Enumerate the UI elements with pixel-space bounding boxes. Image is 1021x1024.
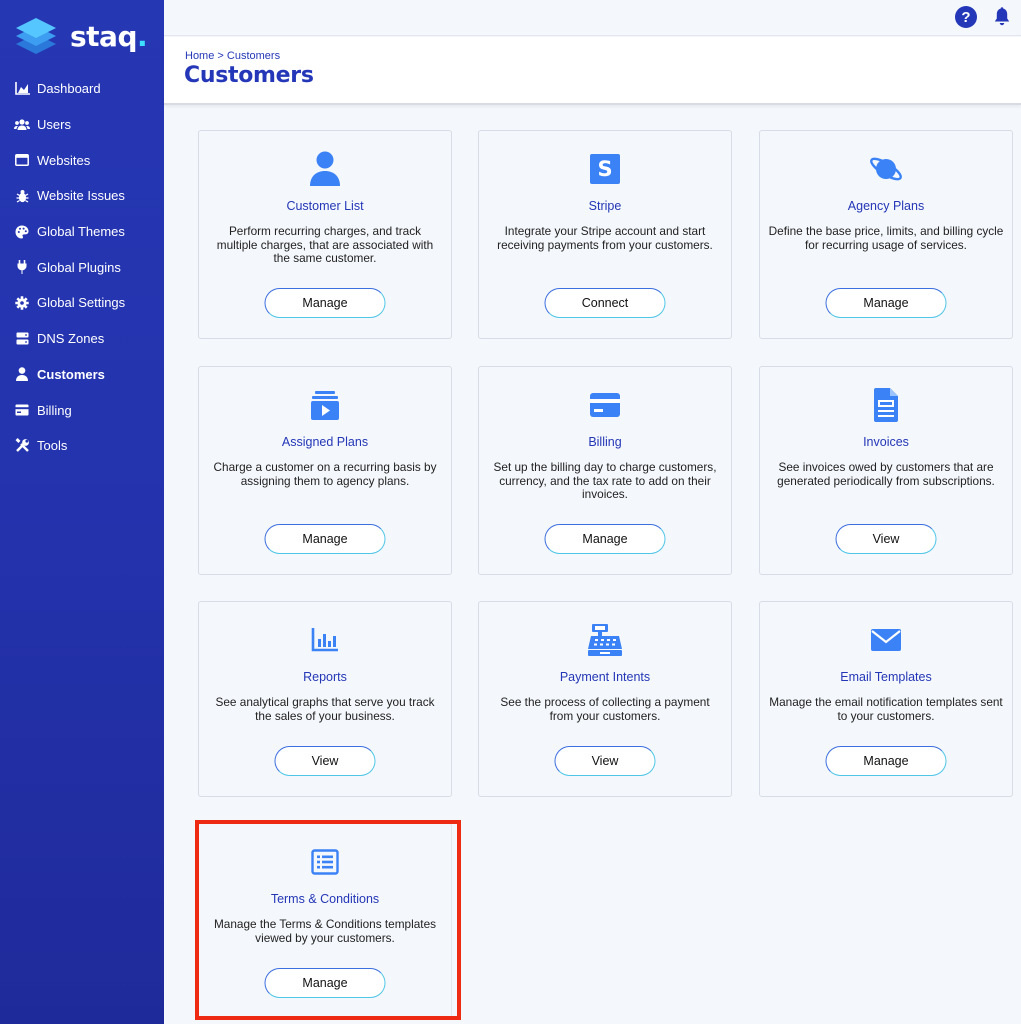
card-description: Charge a customer on a recurring basis b… bbox=[213, 460, 437, 488]
stripe-icon: S bbox=[479, 151, 731, 187]
card-description: Define the base price, limits, and billi… bbox=[768, 224, 1004, 252]
highlight-box bbox=[195, 820, 461, 1020]
card-invoices: Invoices See invoices owed by customers … bbox=[759, 366, 1013, 575]
card-reports: Reports See analytical graphs that serve… bbox=[198, 601, 452, 797]
brand-logo[interactable]: staq. bbox=[14, 16, 148, 56]
page-title: Customers bbox=[184, 63, 314, 88]
card-title[interactable]: Stripe bbox=[479, 199, 731, 213]
brand-name: staq. bbox=[70, 19, 148, 53]
card-description: Perform recurring charges, and track mul… bbox=[216, 224, 434, 266]
sidebar-item-label: Tools bbox=[37, 438, 68, 454]
card-title[interactable]: Email Templates bbox=[760, 670, 1012, 684]
sidebar: staq. Dashboard Users Websites Website I… bbox=[0, 0, 164, 1024]
user-icon bbox=[14, 366, 30, 382]
tools-icon bbox=[14, 438, 30, 454]
media-stack-icon bbox=[199, 387, 451, 423]
card-title[interactable]: Assigned Plans bbox=[199, 435, 451, 449]
sidebar-item-global-plugins[interactable]: Global Plugins bbox=[0, 249, 164, 285]
card-title[interactable]: Invoices bbox=[760, 435, 1012, 449]
card-email-templates: Email Templates Manage the email notific… bbox=[759, 601, 1013, 797]
card-title[interactable]: Customer List bbox=[199, 199, 451, 213]
gear-icon bbox=[14, 295, 30, 311]
card-description: Manage the email notification templates … bbox=[769, 695, 1003, 723]
help-button[interactable]: ? bbox=[955, 6, 977, 28]
envelope-icon bbox=[760, 622, 1012, 658]
sidebar-item-label: Global Themes bbox=[37, 224, 125, 240]
sidebar-item-label: DNS Zones bbox=[37, 331, 105, 347]
sidebar-item-label: Global Plugins bbox=[37, 259, 121, 275]
palette-icon bbox=[14, 224, 30, 240]
card-title[interactable]: Payment Intents bbox=[479, 670, 731, 684]
cash-register-icon bbox=[479, 622, 731, 658]
staq-logo-icon bbox=[14, 16, 58, 56]
invoice-icon bbox=[760, 387, 1012, 423]
manage-button[interactable]: Manage bbox=[825, 288, 947, 318]
breadcrumb-current[interactable]: Customers bbox=[227, 50, 280, 62]
card-agency-plans: Agency Plans Define the base price, limi… bbox=[759, 130, 1013, 339]
manage-button[interactable]: Manage bbox=[544, 524, 666, 554]
card-description: See analytical graphs that serve you tra… bbox=[215, 695, 435, 723]
sidebar-nav: Dashboard Users Websites Website Issues … bbox=[0, 71, 164, 464]
sidebar-item-global-settings[interactable]: Global Settings bbox=[0, 285, 164, 321]
sidebar-item-websites[interactable]: Websites bbox=[0, 142, 164, 178]
brand-dot: . bbox=[137, 19, 148, 53]
breadcrumb-home-link[interactable]: Home bbox=[185, 50, 214, 62]
sidebar-item-label: Customers bbox=[37, 366, 105, 382]
credit-card-icon bbox=[479, 387, 731, 423]
card-description: Integrate your Stripe account and start … bbox=[497, 224, 713, 252]
bar-chart-icon bbox=[199, 622, 451, 658]
card-description: See invoices owed by customers that are … bbox=[777, 460, 995, 488]
page-header: Home > Customers Customers bbox=[164, 37, 1021, 105]
breadcrumb-separator: > bbox=[217, 50, 224, 62]
sidebar-item-label: Websites bbox=[37, 152, 91, 168]
users-icon bbox=[14, 117, 30, 133]
manage-button[interactable]: Manage bbox=[264, 524, 386, 554]
card-title[interactable]: Reports bbox=[199, 670, 451, 684]
top-bar: ? bbox=[164, 0, 1021, 36]
sidebar-item-billing[interactable]: Billing bbox=[0, 392, 164, 428]
sidebar-item-global-themes[interactable]: Global Themes bbox=[0, 214, 164, 250]
brand-name-text: staq bbox=[70, 19, 138, 53]
sidebar-item-label: Billing bbox=[37, 402, 72, 418]
chart-area-icon bbox=[14, 81, 30, 97]
sidebar-item-label: Global Settings bbox=[37, 295, 126, 311]
server-icon bbox=[14, 331, 30, 347]
sidebar-item-dns-zones[interactable]: DNS Zones bbox=[0, 321, 164, 357]
sidebar-item-tools[interactable]: Tools bbox=[0, 428, 164, 464]
view-button[interactable]: View bbox=[274, 746, 376, 776]
stripe-icon-letter: S bbox=[597, 157, 613, 181]
sidebar-item-website-issues[interactable]: Website Issues bbox=[0, 178, 164, 214]
card-payment-intents: Payment Intents See the process of colle… bbox=[478, 601, 732, 797]
connect-button[interactable]: Connect bbox=[544, 288, 666, 318]
bug-icon bbox=[14, 188, 30, 204]
sidebar-item-label: Website Issues bbox=[37, 188, 125, 204]
card-description: See the process of collecting a payment … bbox=[500, 695, 710, 723]
manage-button[interactable]: Manage bbox=[825, 746, 947, 776]
card-description: Set up the billing day to charge custome… bbox=[493, 460, 717, 502]
sidebar-item-users[interactable]: Users bbox=[0, 107, 164, 143]
planet-icon bbox=[760, 151, 1012, 187]
window-icon bbox=[14, 152, 30, 168]
card-stripe: S Stripe Integrate your Stripe account a… bbox=[478, 130, 732, 339]
card-title[interactable]: Agency Plans bbox=[760, 199, 1012, 213]
sidebar-item-label: Dashboard bbox=[37, 81, 101, 97]
user-icon bbox=[199, 151, 451, 187]
manage-button[interactable]: Manage bbox=[264, 288, 386, 318]
view-button[interactable]: View bbox=[554, 746, 656, 776]
plug-icon bbox=[14, 259, 30, 275]
card-billing: Billing Set up the billing day to charge… bbox=[478, 366, 732, 575]
card-assigned-plans: Assigned Plans Charge a customer on a re… bbox=[198, 366, 452, 575]
sidebar-item-label: Users bbox=[37, 117, 71, 133]
billing-icon bbox=[14, 402, 30, 418]
sidebar-item-customers[interactable]: Customers bbox=[0, 357, 164, 393]
sidebar-item-dashboard[interactable]: Dashboard bbox=[0, 71, 164, 107]
bell-icon[interactable] bbox=[993, 7, 1011, 27]
card-customer-list: Customer List Perform recurring charges,… bbox=[198, 130, 452, 339]
card-title[interactable]: Billing bbox=[479, 435, 731, 449]
view-button[interactable]: View bbox=[835, 524, 937, 554]
breadcrumb: Home > Customers bbox=[185, 50, 280, 62]
